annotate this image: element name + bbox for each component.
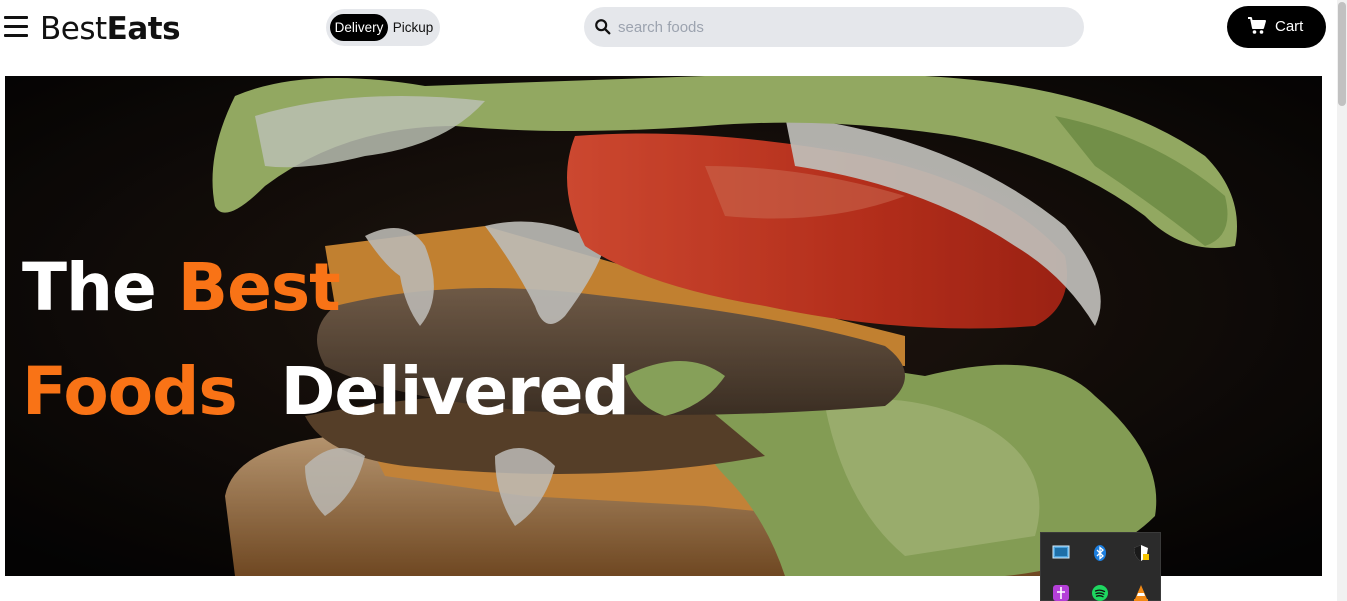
hero-word-the: The [22,249,157,326]
cart-button[interactable]: Cart [1227,6,1326,48]
pickup-option[interactable]: Pickup [388,14,438,41]
spotify-icon[interactable] [1091,584,1109,601]
cart-icon [1248,17,1266,34]
search-icon [595,19,611,35]
hero-headline-line1: The Best [22,236,629,340]
hero-word-best: Best [177,249,341,326]
delivery-pickup-toggle: Delivery Pickup [326,9,440,46]
system-tray-popup [1040,532,1161,601]
brand-name-part1: Best [40,11,107,47]
hamburger-menu-icon[interactable] [4,15,28,37]
search-input[interactable] [618,7,1068,47]
brand-name-part2: Eats [106,11,181,47]
hero-word-foods: Foods [22,353,238,430]
monitor-icon[interactable] [1052,544,1070,562]
scrollbar-thumb[interactable] [1338,2,1346,106]
vlc-icon[interactable] [1132,584,1150,601]
bluetooth-icon[interactable] [1091,544,1109,562]
hero-headline: The Best Foods Delivered [22,236,630,444]
page-scrollbar[interactable] [1337,0,1347,601]
delivery-option[interactable]: Delivery [330,14,388,41]
hero-banner: The Best Foods Delivered [5,76,1322,576]
brand-logo[interactable]: BestEats [40,10,181,48]
top-navbar: BestEats Delivery Pickup Cart [0,0,1347,62]
cart-label: Cart [1275,18,1304,35]
hero-headline-line2: Foods Delivered [22,340,630,444]
search-bar [584,7,1084,47]
hero-word-delivered: Delivered [280,353,630,430]
app-icon[interactable] [1052,584,1070,601]
security-shield-icon[interactable] [1132,544,1150,562]
